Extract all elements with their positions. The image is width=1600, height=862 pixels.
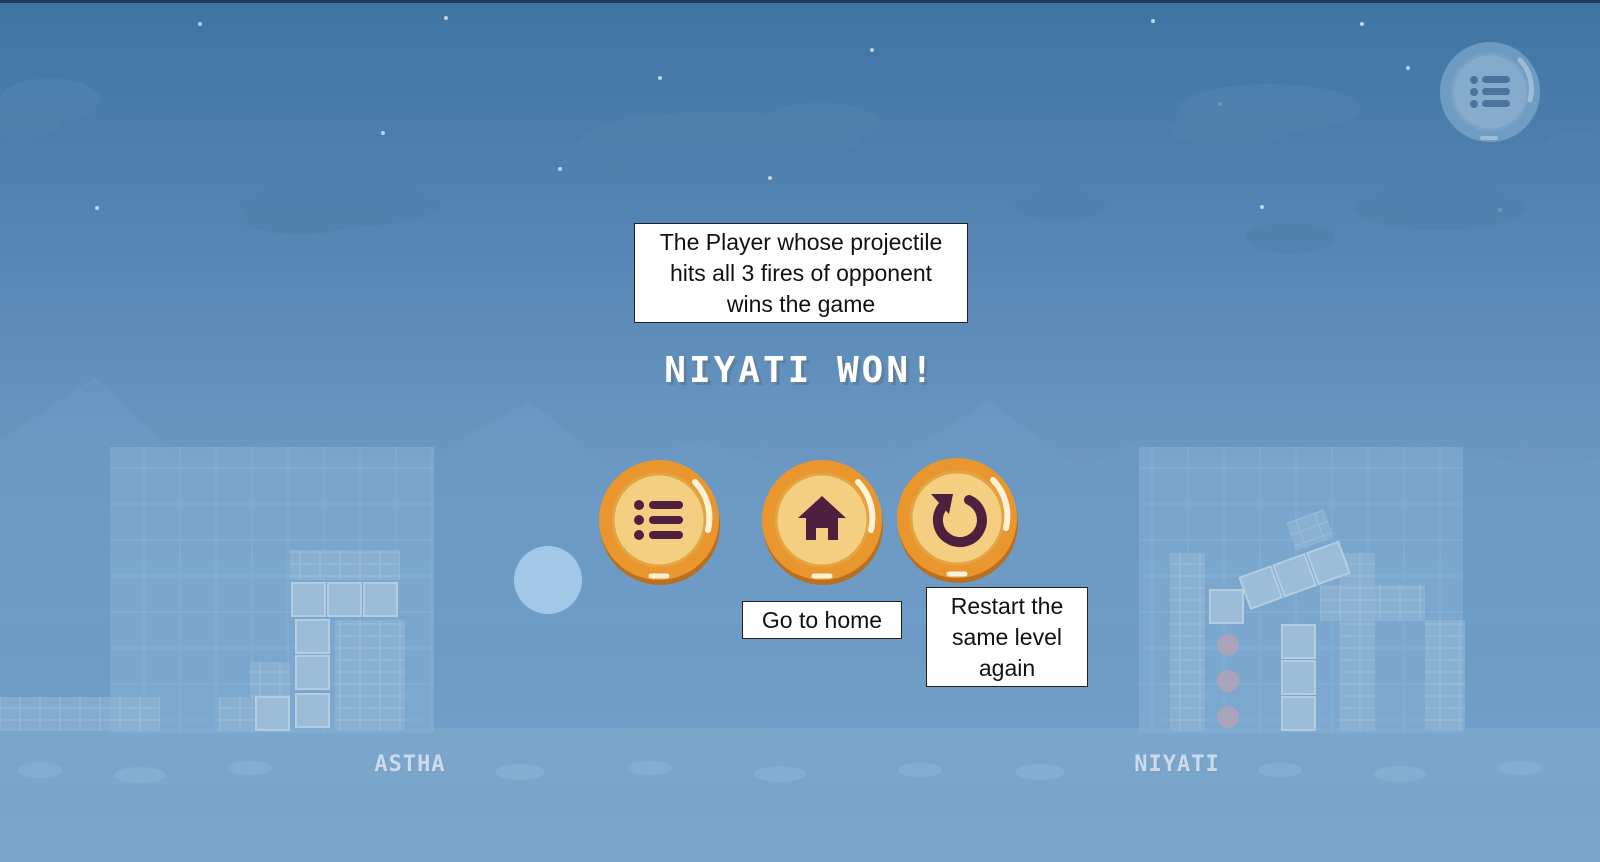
rules-tooltip: The Player whose projectile hits all 3 f… [634,223,968,323]
restart-tooltip: Restart the same level again [926,587,1088,687]
home-icon [762,460,883,585]
restart-line-2: same level [952,624,1062,650]
home-button[interactable] [758,458,888,588]
rules-line-1: The Player whose projectile [659,229,943,255]
home-tooltip: Go to home [742,601,902,639]
pause-menu-button[interactable] [1436,40,1544,148]
rules-line-3: wins the game [726,291,876,317]
right-fortress [1139,447,1465,733]
fire-targets [1217,634,1239,728]
restart-line-3: again [978,655,1036,681]
player-label-right: NIYATI [1134,752,1220,777]
game-background [0,16,1600,788]
restart-button[interactable] [893,456,1023,586]
list-icon [1440,42,1540,146]
restart-line-1: Restart the [950,593,1064,619]
player-label-left: ASTHA [374,752,446,777]
levels-button[interactable] [595,458,725,588]
list-icon [599,460,720,585]
rules-line-2: hits all 3 fires of opponent [669,260,933,286]
projectile [514,546,582,614]
winner-title: NIYATI WON! [664,350,936,391]
restart-icon [897,458,1018,583]
